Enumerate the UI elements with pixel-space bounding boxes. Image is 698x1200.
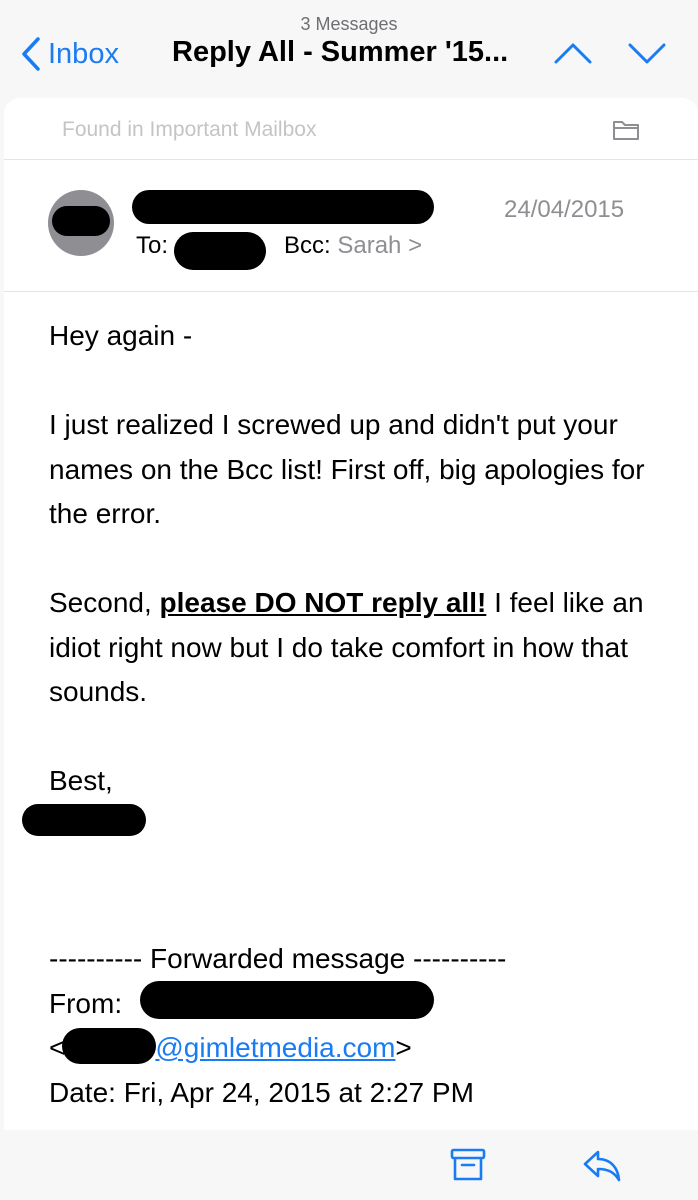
from-label: From: [49, 987, 123, 1019]
message-date: 24/04/2015 [504, 196, 625, 223]
emphasis-text: please DO NOT reply all! [159, 587, 487, 618]
to-label: To: [136, 232, 169, 259]
paragraph-2-prefix: Second, [49, 587, 160, 618]
message-count: 3 Messages [300, 14, 398, 34]
recipient-redaction [174, 232, 266, 270]
date-line: Date: Fri, Apr 24, 2015 at 2:27 PM [49, 1076, 474, 1108]
back-label: Inbox [48, 37, 119, 70]
bcc-name: Sarah [337, 232, 402, 259]
bcc-recipient[interactable]: Bcc: Sarah > [284, 232, 422, 260]
signature-redaction [22, 804, 146, 836]
from-name-redaction [140, 981, 434, 1019]
signoff: Best, [49, 765, 113, 796]
reply-icon[interactable] [580, 1144, 624, 1186]
chevron-right-icon: > [408, 232, 423, 259]
sender-avatar[interactable] [48, 190, 114, 256]
chevron-left-icon [22, 37, 40, 71]
mailbox-banner: Found in Important Mailbox [4, 98, 698, 160]
redaction [52, 206, 110, 236]
email-user-redaction [62, 1028, 156, 1064]
email-link[interactable]: @gimletmedia.com [155, 1032, 395, 1063]
chevron-up-icon[interactable] [552, 36, 594, 70]
back-button[interactable]: Inbox [20, 34, 119, 74]
email-close: > [395, 1032, 412, 1063]
folder-icon[interactable] [612, 118, 640, 142]
thread-title: Reply All - Summer '15... [172, 36, 509, 68]
bottom-toolbar [0, 1130, 698, 1200]
forward-header: ---------- Forwarded message ---------- [49, 943, 507, 974]
mailbox-banner-text: Found in Important Mailbox [62, 118, 317, 141]
greeting: Hey again - [49, 320, 193, 351]
chevron-down-icon[interactable] [626, 36, 668, 70]
message-card: Found in Important Mailbox 24/04/2015 To… [4, 98, 698, 1130]
message-header: 24/04/2015 To: Bcc: Sarah > [4, 160, 698, 292]
bcc-label: Bcc: [284, 232, 331, 259]
archive-icon[interactable] [446, 1144, 490, 1186]
paragraph-2: Second, please DO NOT reply all! I feel … [49, 581, 679, 715]
navigation-bar: 3 Messages Inbox Reply All - Summer '15.… [0, 0, 698, 98]
sender-name-redaction [132, 190, 434, 224]
paragraph-1: I just realized I screwed up and didn't … [49, 409, 645, 529]
